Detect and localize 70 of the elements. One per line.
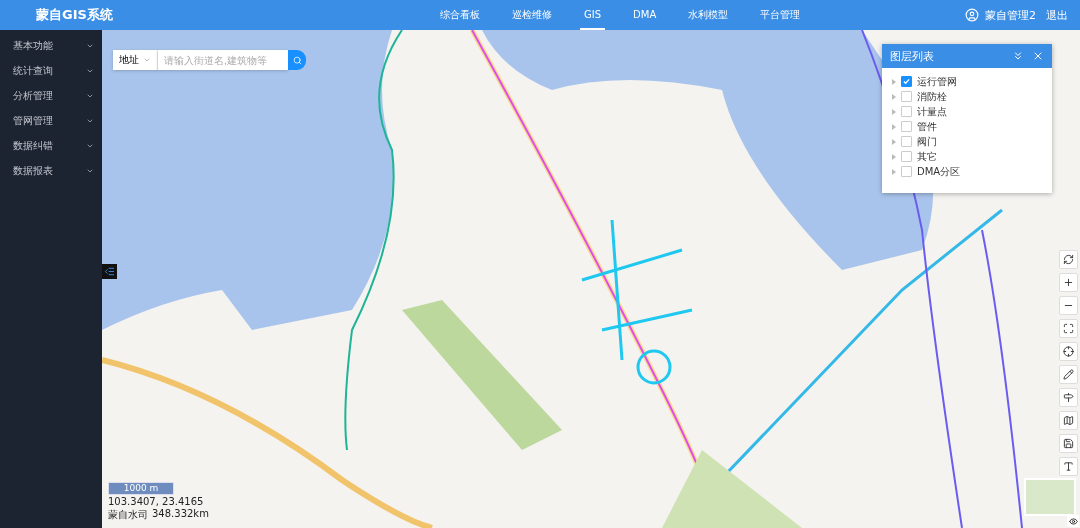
menu-toggle-button[interactable] — [102, 264, 117, 279]
company-label: 蒙自水司 — [108, 508, 148, 522]
expand-arrow-icon[interactable] — [892, 78, 896, 85]
sidebar-label: 分析管理 — [13, 88, 53, 103]
layer-label: 运行管网 — [917, 74, 957, 89]
layer-checkbox[interactable] — [901, 166, 912, 177]
search-icon — [292, 55, 302, 65]
sidebar-item[interactable]: 数据报表 — [0, 158, 102, 183]
fullscreen-icon — [1063, 323, 1074, 334]
scale-bar: 1000 m — [108, 482, 174, 495]
collapse-icon[interactable] — [1012, 50, 1024, 62]
eye-icon — [1068, 516, 1078, 526]
map-tool-button[interactable] — [1059, 250, 1078, 269]
zoom-in-icon — [1063, 277, 1074, 288]
map-tool-button[interactable] — [1059, 411, 1078, 430]
sidebar-item[interactable]: 数据纠错 — [0, 133, 102, 158]
sidebar-item[interactable]: 分析管理 — [0, 83, 102, 108]
pencil-icon — [1063, 369, 1074, 380]
user-icon — [965, 8, 979, 22]
sidebar-item[interactable]: 管网管理 — [0, 108, 102, 133]
expand-arrow-icon[interactable] — [892, 153, 896, 160]
menu-icon — [104, 266, 115, 277]
expand-arrow-icon[interactable] — [892, 168, 896, 175]
layer-checkbox[interactable] — [901, 136, 912, 147]
layer-label: 消防栓 — [917, 89, 947, 104]
map-tool-button[interactable] — [1059, 273, 1078, 292]
locate-icon — [1063, 346, 1074, 357]
sidebar-label: 基本功能 — [13, 38, 53, 53]
map-icon — [1063, 415, 1074, 426]
search-button[interactable] — [288, 50, 306, 70]
map-tool-button[interactable] — [1059, 457, 1078, 476]
layer-checkbox[interactable] — [901, 76, 912, 87]
layer-checkbox[interactable] — [901, 91, 912, 102]
expand-arrow-icon[interactable] — [892, 123, 896, 130]
map-view[interactable]: 地址 请输入街道名,建筑物等 图层列表 运行管网 消防栓 计量点 管件 阀门 其它 DMA分区 1000 m 103.3407, 23.4165 蒙自水司 348.332km — [102, 30, 1080, 528]
expand-arrow-icon[interactable] — [892, 138, 896, 145]
coordinates: 103.3407, 23.4165 — [108, 496, 205, 507]
map-tool-button[interactable] — [1059, 342, 1078, 361]
save-icon — [1063, 438, 1074, 449]
layer-checkbox[interactable] — [901, 106, 912, 117]
sidebar-label: 统计查询 — [13, 63, 53, 78]
layer-label: 阀门 — [917, 134, 937, 149]
panel-title: 图层列表 — [890, 48, 934, 64]
search-field[interactable]: 请输入街道名,建筑物等 — [158, 50, 288, 70]
expand-arrow-icon[interactable] — [892, 93, 896, 100]
close-icon[interactable] — [1032, 50, 1044, 62]
chevron-icon — [143, 56, 151, 64]
sidebar-label: 数据纠错 — [13, 138, 53, 153]
sidebar-item[interactable]: 基本功能 — [0, 33, 102, 58]
layer-checkbox[interactable] — [901, 151, 912, 162]
layer-label: 计量点 — [917, 104, 947, 119]
map-tool-button[interactable] — [1059, 319, 1078, 338]
layer-label: 其它 — [917, 149, 937, 164]
sidebar-label: 数据报表 — [13, 163, 53, 178]
layer-checkbox[interactable] — [901, 121, 912, 132]
overview-toggle-button[interactable] — [1067, 515, 1079, 527]
sidebar-label: 管网管理 — [13, 113, 53, 128]
checkmark-icon — [903, 78, 910, 85]
distance-value: 348.332km — [152, 508, 209, 521]
map-tool-button[interactable] — [1059, 434, 1078, 453]
sidebar-item[interactable]: 统计查询 — [0, 58, 102, 83]
text-icon — [1063, 461, 1074, 472]
layer-label: 管件 — [917, 119, 937, 134]
map-tool-button[interactable] — [1059, 388, 1078, 407]
refresh-icon — [1063, 254, 1074, 265]
layer-label: DMA分区 — [917, 164, 961, 179]
app-title: 蒙自GIS系统 — [36, 6, 114, 24]
search-type-select[interactable]: 地址 — [113, 50, 158, 70]
map-tool-button[interactable] — [1059, 365, 1078, 384]
expand-arrow-icon[interactable] — [892, 108, 896, 115]
